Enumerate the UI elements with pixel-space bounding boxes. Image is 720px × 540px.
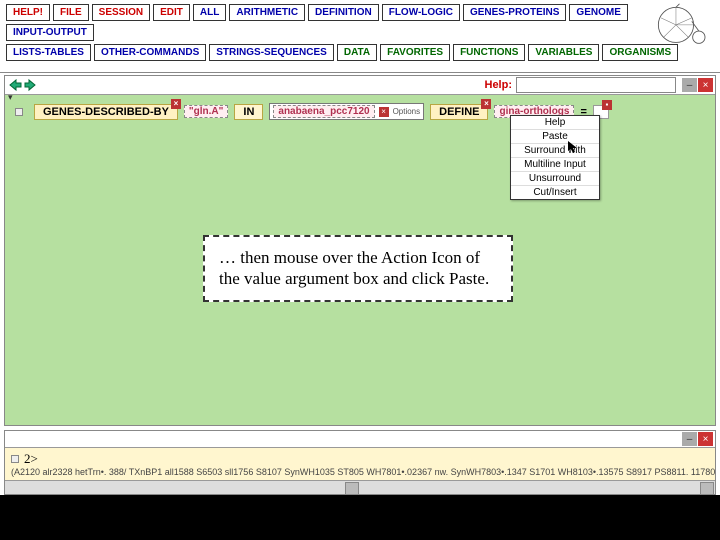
help-input[interactable] xyxy=(516,77,676,93)
footer-blackbar xyxy=(0,495,720,540)
ctx-paste[interactable]: Paste xyxy=(511,130,599,144)
chip-close-icon[interactable]: × xyxy=(481,99,491,109)
ctx-cut-insert[interactable]: Cut/Insert xyxy=(511,186,599,199)
workspace-panel: Help: – × ▾ GENES-DESCRIBED-BY × "gln.A"… xyxy=(4,75,716,426)
close-icon[interactable]: × xyxy=(698,432,713,446)
menu-definition[interactable]: DEFINITION xyxy=(308,4,379,21)
function-chip-genes-described-by[interactable]: GENES-DESCRIBED-BY × xyxy=(34,104,178,120)
ctx-multiline-input[interactable]: Multiline Input xyxy=(511,158,599,172)
options-label[interactable]: Options xyxy=(393,107,421,116)
menu-strings-sequences[interactable]: STRINGS-SEQUENCES xyxy=(209,44,334,61)
menu-row-1: HELP!FILESESSIONEDITALLARITHMETICDEFINIT… xyxy=(6,4,714,41)
menu-data[interactable]: DATA xyxy=(337,44,377,61)
menu-genome[interactable]: GENOME xyxy=(569,4,627,21)
menu-arithmetic[interactable]: ARITHMETIC xyxy=(229,4,305,21)
chip-close-icon[interactable]: × xyxy=(379,107,389,117)
chip-close-icon[interactable]: × xyxy=(171,99,181,109)
menu-functions[interactable]: FUNCTIONS xyxy=(453,44,525,61)
workspace-header: Help: – × xyxy=(5,76,715,95)
nav-forward-icon[interactable] xyxy=(23,78,39,92)
menu-session[interactable]: SESSION xyxy=(92,4,150,21)
menu-input-output[interactable]: INPUT-OUTPUT xyxy=(6,24,94,41)
ctx-help[interactable]: Help xyxy=(511,116,599,130)
close-icon[interactable]: × xyxy=(698,78,713,92)
menu-lists-tables[interactable]: LISTS-TABLES xyxy=(6,44,91,61)
help-label: Help: xyxy=(485,79,513,91)
action-handle-icon[interactable] xyxy=(11,455,19,463)
function-label: GENES-DESCRIBED-BY xyxy=(43,106,169,118)
expression-row: ▾ GENES-DESCRIBED-BY × "gln.A" IN anabae… xyxy=(15,103,705,120)
action-handle-icon[interactable]: ▾ xyxy=(15,108,23,116)
ctx-surround-with[interactable]: Surround with xyxy=(511,144,599,158)
output-panel-header: – × xyxy=(5,431,715,448)
prompt-text: 2> xyxy=(24,451,38,466)
menu-all[interactable]: ALL xyxy=(193,4,226,21)
keyword-in-chip[interactable]: IN xyxy=(234,104,263,120)
action-icon[interactable]: ▪ xyxy=(602,100,612,110)
main-toolbar: HELP!FILESESSIONEDITALLARITHMETICDEFINIT… xyxy=(0,0,720,73)
literal-arg[interactable]: "gln.A" xyxy=(184,105,228,118)
keyword-label: IN xyxy=(243,106,254,118)
menu-organisms[interactable]: ORGANISMS xyxy=(602,44,678,61)
instruction-callout: … then mouse over the Action Icon of the… xyxy=(203,235,513,302)
context-menu: HelpPasteSurround withMultiline InputUns… xyxy=(510,115,600,200)
workspace-canvas: ▾ GENES-DESCRIBED-BY × "gln.A" IN anabae… xyxy=(5,95,715,425)
menu-edit[interactable]: EDIT xyxy=(153,4,190,21)
minimize-icon[interactable]: – xyxy=(682,432,697,446)
menu-flow-logic[interactable]: FLOW-LOGIC xyxy=(382,4,460,21)
menu-variables[interactable]: VARIABLES xyxy=(528,44,599,61)
horizontal-scrollbar[interactable] xyxy=(5,480,715,494)
menu-other-commands[interactable]: OTHER-COMMANDS xyxy=(94,44,206,61)
pennyfarthing-logo-icon xyxy=(656,2,710,46)
minimize-icon[interactable]: – xyxy=(682,78,697,92)
menu-favorites[interactable]: FAVORITES xyxy=(380,44,450,61)
callout-text: … then mouse over the Action Icon of the… xyxy=(219,248,489,288)
function-label: DEFINE xyxy=(439,106,479,118)
ctx-unsurround[interactable]: Unsurround xyxy=(511,172,599,186)
output-panel: – × 2> (A2120 alr2328 hetTrn•. 388/ TXnB… xyxy=(4,430,716,495)
menu-file[interactable]: FILE xyxy=(53,4,89,21)
output-body: 2> (A2120 alr2328 hetTrn•. 388/ TXnBP1 a… xyxy=(5,448,715,480)
function-chip-define[interactable]: DEFINE × xyxy=(430,104,488,120)
organism-value: anabaena_pcc7120 xyxy=(273,105,374,118)
menu-help![interactable]: HELP! xyxy=(6,4,50,21)
menu-row-2: LISTS-TABLESOTHER-COMMANDSSTRINGS-SEQUEN… xyxy=(6,44,714,61)
organism-arg-card[interactable]: anabaena_pcc7120 × Options xyxy=(269,103,424,120)
output-line: (A2120 alr2328 hetTrn•. 388/ TXnBP1 all1… xyxy=(11,467,709,477)
menu-genes-proteins[interactable]: GENES-PROTEINS xyxy=(463,4,566,21)
nav-back-icon[interactable] xyxy=(7,78,23,92)
